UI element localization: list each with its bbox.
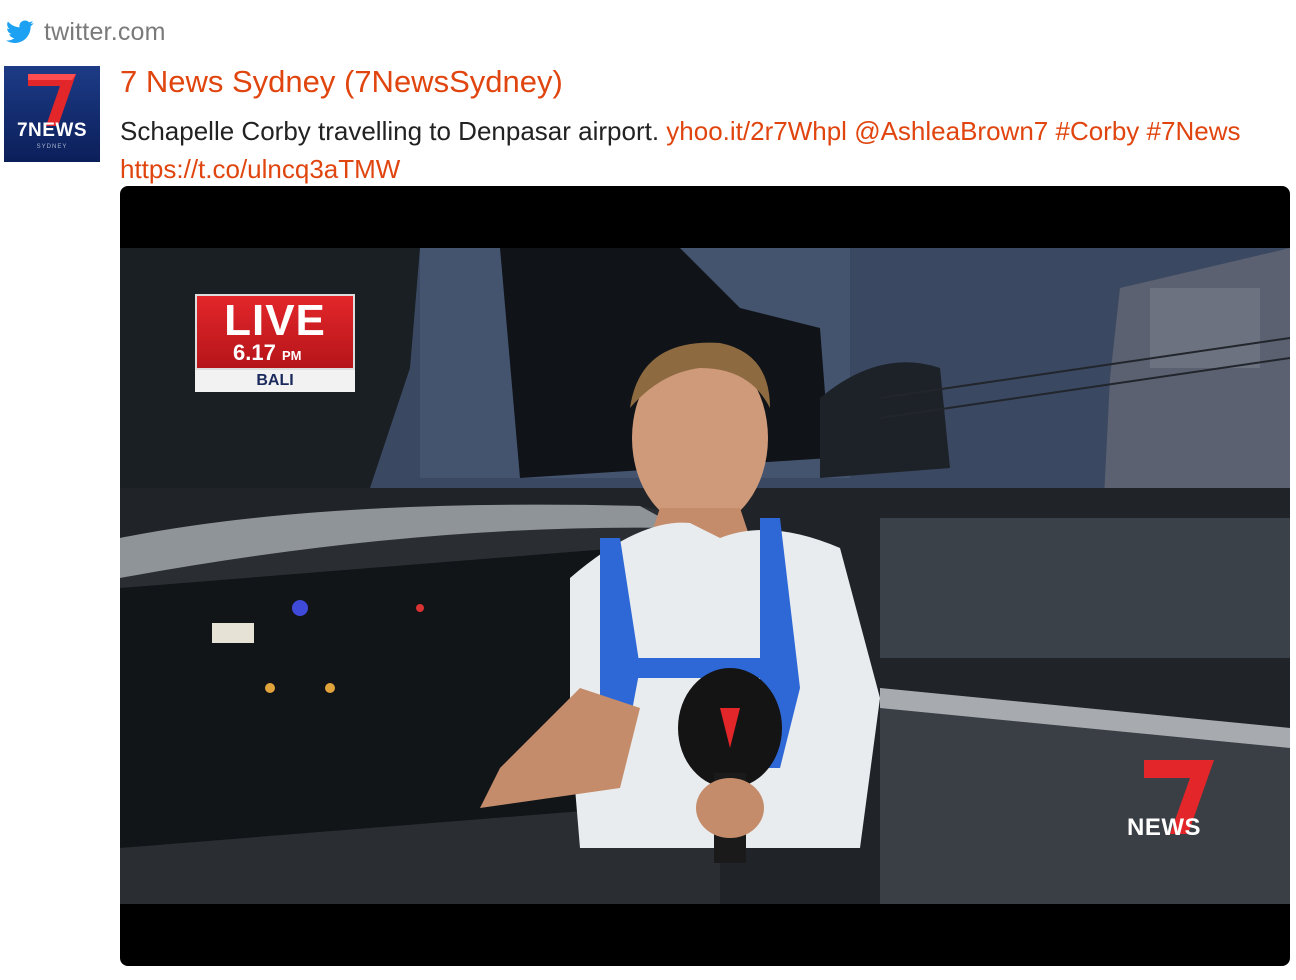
live-location: BALI: [195, 370, 355, 392]
tweet-mention[interactable]: @AshleaBrown7: [854, 116, 1048, 146]
channel-watermark: NEWS: [1114, 760, 1214, 841]
video-frame: LIVE 6.17 PM BALI NEWS: [120, 248, 1290, 904]
tweet-author[interactable]: 7 News Sydney (7NewsSydney): [120, 64, 563, 100]
source-header: twitter.com: [6, 12, 166, 52]
live-red-panel: LIVE 6.17 PM: [195, 294, 355, 370]
live-time-value: 6.17: [233, 340, 276, 365]
video-player[interactable]: LIVE 6.17 PM BALI NEWS: [120, 186, 1290, 966]
avatar-logo-text: 7NEWS: [16, 120, 88, 141]
live-time-period: PM: [281, 348, 302, 363]
source-label[interactable]: twitter.com: [44, 18, 166, 47]
live-label: LIVE: [224, 296, 326, 345]
watermark-text: NEWS: [1127, 814, 1201, 841]
avatar-sub-text: SYDNEY: [36, 144, 68, 150]
tweet-text: Schapelle Corby travelling to Denpasar a…: [120, 112, 1270, 188]
tweet-hashtag-7news[interactable]: #7News: [1147, 116, 1241, 146]
live-time: 6.17 PM: [233, 340, 301, 366]
twitter-bird-icon: [6, 20, 34, 43]
avatar[interactable]: 7NEWS SYDNEY: [4, 66, 100, 162]
tweet-media-link[interactable]: https://t.co/ulncq3aTMW: [120, 154, 400, 184]
tweet-link-short[interactable]: yhoo.it/2r7Whpl: [666, 116, 847, 146]
tweet-text-body: Schapelle Corby travelling to Denpasar a…: [120, 116, 660, 146]
live-banner: LIVE 6.17 PM BALI: [195, 294, 355, 392]
tweet-hashtag-corby[interactable]: #Corby: [1055, 116, 1139, 146]
